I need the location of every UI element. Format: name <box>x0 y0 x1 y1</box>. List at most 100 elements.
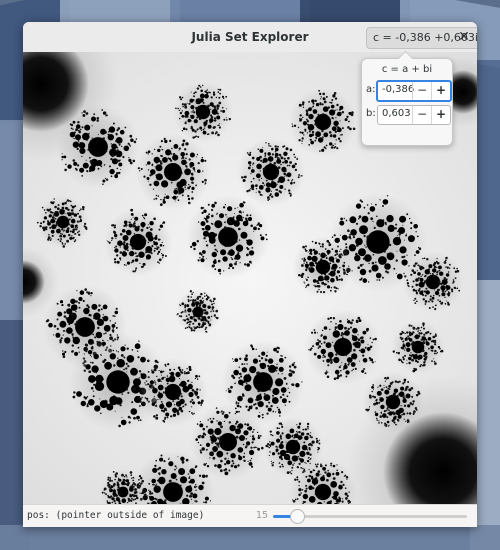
fractal-speck <box>185 157 187 160</box>
fractal-speck <box>111 237 114 240</box>
fractal-speck <box>140 265 144 269</box>
fractal-speck <box>112 315 115 317</box>
fractal-speck <box>118 143 121 146</box>
param-b-value[interactable]: 0,603 <box>382 108 411 119</box>
fractal-speck <box>327 106 330 109</box>
fractal-speck <box>321 329 324 332</box>
fractal-speck <box>344 326 347 330</box>
fractal-speck <box>374 361 376 363</box>
param-a-spinbutton[interactable]: -0,386 − + <box>376 80 452 102</box>
fractal-speck <box>358 349 361 352</box>
fractal-dot <box>157 378 161 382</box>
fractal-speck <box>141 481 143 483</box>
fractal-speck <box>351 111 354 114</box>
fractal-dot <box>90 158 99 167</box>
fractal-speck <box>76 290 78 292</box>
fractal-speck <box>291 466 294 469</box>
fractal-speck <box>302 428 305 431</box>
fractal-speck <box>107 484 110 487</box>
fractal-speck <box>385 379 387 381</box>
fractal-dot <box>407 235 415 243</box>
param-a-decrement-button[interactable]: − <box>412 82 431 100</box>
fractal-dot <box>314 331 317 334</box>
fractal-speck <box>204 183 206 185</box>
fractal-speck <box>371 390 374 393</box>
fractal-speck <box>408 324 411 327</box>
fractal-speck <box>214 201 217 205</box>
fractal-speck <box>133 387 136 391</box>
fractal-speck <box>337 374 340 378</box>
formula-label: c = a + bi <box>381 64 433 75</box>
fractal-speck <box>434 362 437 365</box>
fractal-speck <box>143 218 146 220</box>
fractal-dot <box>267 156 274 162</box>
fractal-speck <box>126 347 129 350</box>
iterations-slider[interactable] <box>273 509 467 524</box>
fractal-dot <box>246 263 250 267</box>
fractal-speck <box>246 152 249 154</box>
fractal-speck <box>106 240 108 242</box>
fractal-speck <box>286 164 289 167</box>
fractal-dot <box>355 203 362 209</box>
fractal-speck <box>429 273 432 275</box>
fractal-dot <box>343 364 348 370</box>
fractal-dot <box>250 184 255 188</box>
fractal-dot <box>314 241 318 245</box>
fractal-speck <box>129 243 132 246</box>
param-b-spinbutton[interactable]: 0,603 − + <box>377 105 451 125</box>
fractal-speck <box>325 95 328 98</box>
fractal-speck <box>66 239 69 243</box>
fractal-speck <box>192 304 195 307</box>
fractal-speck <box>276 363 278 365</box>
fractal-dot <box>160 370 163 374</box>
fractal-speck <box>402 331 405 334</box>
fractal-speck <box>217 133 220 137</box>
fractal-speck <box>228 411 231 414</box>
fractal-speck <box>359 336 362 340</box>
param-b-increment-button[interactable]: + <box>431 106 450 124</box>
fractal-speck <box>304 258 307 261</box>
fractal-speck <box>113 494 115 496</box>
fractal-speck <box>404 349 406 351</box>
fractal-dot <box>90 292 93 295</box>
fractal-speck <box>428 300 430 303</box>
fractal-dot <box>40 222 43 225</box>
fractal-speck <box>193 111 196 114</box>
fractal-speck <box>288 164 291 167</box>
fractal-speck <box>151 164 154 167</box>
fractal-speck <box>218 101 222 105</box>
fractal-speck <box>243 175 247 179</box>
fractal-speck <box>111 136 114 139</box>
fractal-dot <box>252 437 256 441</box>
fractal-speck <box>335 139 337 141</box>
fractal-dot <box>244 357 248 362</box>
fractal-speck <box>270 460 272 462</box>
fractal-speck <box>369 345 373 349</box>
fractal-speck <box>296 498 299 500</box>
fractal-speck <box>347 327 350 331</box>
title-bar[interactable]: Julia Set Explorer c = -0,386 +0,603i ✕ <box>23 22 477 53</box>
fractal-speck <box>219 436 222 438</box>
fractal-speck <box>350 326 352 329</box>
param-b-decrement-button[interactable]: − <box>412 106 431 124</box>
fractal-speck <box>66 227 70 230</box>
fractal-speck <box>387 412 389 414</box>
fractal-speck <box>266 412 269 415</box>
fractal-speck <box>143 175 146 178</box>
fractal-speck <box>92 333 95 336</box>
param-a-value[interactable]: -0,386 <box>382 84 414 95</box>
fractal-speck <box>196 326 198 329</box>
fractal-speck <box>368 357 372 360</box>
param-a-increment-button[interactable]: + <box>431 82 450 100</box>
fractal-speck <box>198 302 202 305</box>
fractal-speck <box>110 175 113 178</box>
fractal-speck <box>147 495 149 497</box>
fractal-speck <box>312 102 315 105</box>
fractal-dot <box>257 434 260 437</box>
slider-handle[interactable] <box>290 509 306 524</box>
status-bar: pos: (pointer outside of image) 15 <box>23 504 477 527</box>
fractal-speck <box>307 456 310 459</box>
fractal-speck <box>406 233 407 235</box>
close-icon[interactable]: ✕ <box>453 27 475 47</box>
fractal-speck <box>208 125 209 127</box>
